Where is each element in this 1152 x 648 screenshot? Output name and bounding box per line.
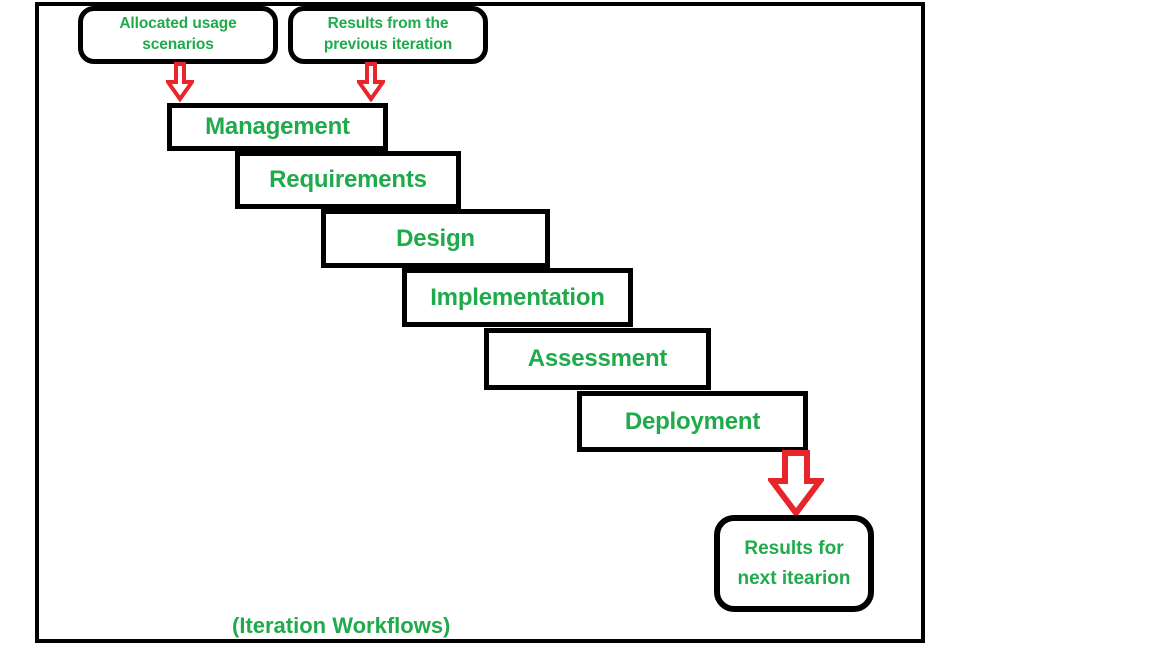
phase-box-design: Design [321,209,550,268]
phase-box-requirements: Requirements [235,151,461,209]
arrow-down-icon-to-results [768,450,824,518]
phase-label-requirements: Requirements [269,166,427,193]
output-box-results-next-iteration: Results for next itearion [714,515,874,612]
input-box-allocated-usage-scenarios-text: Allocated usage scenarios [119,14,236,56]
input-line-1: Results from the [327,15,449,33]
phase-box-deployment: Deployment [577,391,808,452]
phase-label-implementation: Implementation [430,283,605,311]
phase-label-deployment: Deployment [624,407,761,435]
input-box-results-previous-iteration: Results from the previous iteration [288,6,488,64]
phase-box-management: Management [167,103,388,151]
output-box-text: Results for next itearion [738,534,851,593]
input-box-results-previous-iteration-text: Results from the previous iteration [324,14,452,56]
input-box-allocated-usage-scenarios: Allocated usage scenarios [78,6,278,64]
input-line-2: scenarios [142,36,214,53]
input-line-1: Allocated usage [119,15,237,33]
arrow-down-icon-to-management-right [357,62,385,102]
arrow-down-icon-to-management-left [166,62,194,102]
phase-label-design: Design [396,224,475,252]
output-line-1: Results for [744,538,844,560]
diagram-caption: (Iteration Workflows) [232,613,451,638]
phase-label-management: Management [205,113,350,140]
phase-box-assessment: Assessment [484,328,711,390]
output-line-2: next itearion [737,567,851,589]
input-line-2: previous iteration [323,36,453,53]
phase-box-implementation: Implementation [402,268,633,327]
phase-label-assessment: Assessment [527,345,668,372]
diagram-canvas: Allocated usage scenarios Results from t… [0,0,1152,648]
